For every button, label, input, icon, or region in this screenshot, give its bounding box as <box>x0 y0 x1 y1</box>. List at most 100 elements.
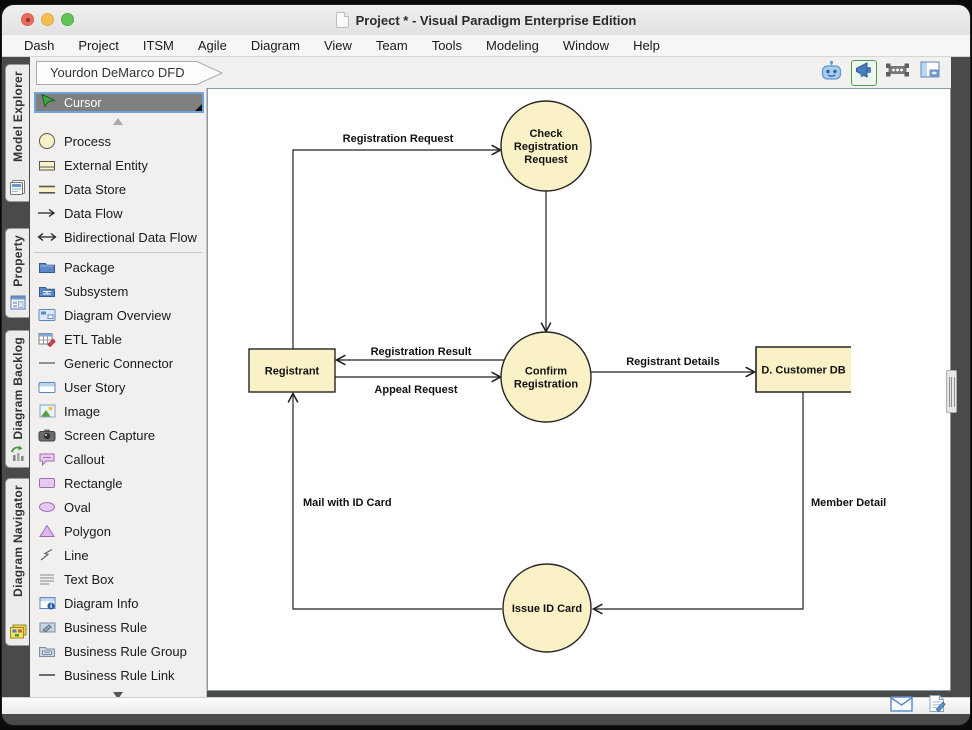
text-box-icon <box>37 573 57 585</box>
diagram-navigator-icon <box>8 622 28 642</box>
menu-diagram[interactable]: Diagram <box>251 38 300 53</box>
palette-item-text-box[interactable]: Text Box <box>30 567 206 591</box>
palette-item-label: Screen Capture <box>64 428 155 443</box>
data-flow-member-detail[interactable]: Member Detail <box>594 392 886 609</box>
diagram-canvas[interactable]: Registration Request Registration Result A… <box>207 88 951 691</box>
palette-item-diagram-info[interactable]: Diagram Info <box>30 591 206 615</box>
palette-item-bidirectional-data-flow[interactable]: Bidirectional Data Flow <box>30 225 206 249</box>
palette-item-label: Generic Connector <box>64 356 173 371</box>
cursor-icon <box>40 93 57 113</box>
palette-item-label: Callout <box>64 452 104 467</box>
toolbar-bot-button[interactable] <box>818 60 844 86</box>
menu-itsm[interactable]: ITSM <box>143 38 174 53</box>
palette-item-line[interactable]: Line <box>30 543 206 567</box>
palette-item-label: Bidirectional Data Flow <box>64 230 197 245</box>
palette-item-label: Rectangle <box>64 476 123 491</box>
dfd-svg: Registration Request Registration Result A… <box>208 89 950 690</box>
palette-item-subsystem[interactable]: Subsystem <box>30 279 206 303</box>
palette-item-label: Diagram Overview <box>64 308 171 323</box>
external-entity-registrant[interactable]: Registrant <box>249 349 335 392</box>
data-flow-registration-result[interactable]: Registration Result <box>337 346 504 360</box>
side-tab-label: Property <box>11 235 25 287</box>
fit-selection-icon <box>885 60 910 85</box>
breadcrumb-label: Yourdon DeMarco DFD <box>50 61 185 85</box>
status-bar <box>2 697 970 714</box>
menu-window[interactable]: Window <box>563 38 609 53</box>
palette-selected-cursor[interactable]: Cursor <box>34 92 204 113</box>
window-title: Project * - Visual Paradigm Enterprise E… <box>356 13 637 28</box>
toolbar-fit-selection-button[interactable] <box>884 60 910 86</box>
polygon-icon <box>37 524 57 538</box>
toolbar-panel-layout-button[interactable] <box>917 60 943 86</box>
bot-icon <box>819 59 844 87</box>
diagram-overview-icon <box>37 308 57 322</box>
menu-bar: Dash Project ITSM Agile Diagram View Team Tools… <box>2 35 970 57</box>
document-proxy-icon <box>336 12 349 28</box>
user-story-icon <box>37 381 57 394</box>
menu-agile[interactable]: Agile <box>198 38 227 53</box>
palette-item-data-store[interactable]: Data Store <box>30 177 206 201</box>
data-flow-icon <box>37 208 57 218</box>
flow-label: Registration Request <box>343 133 454 145</box>
screen-capture-icon <box>37 428 57 442</box>
palette-item-screen-capture[interactable]: Screen Capture <box>30 423 206 447</box>
status-mail-button[interactable] <box>890 696 913 717</box>
external-entity-icon <box>37 158 57 173</box>
generic-connector-icon <box>37 360 57 366</box>
palette-item-package[interactable]: Package <box>30 255 206 279</box>
screenshot-stage: Project * - Visual Paradigm Enterprise E… <box>0 0 972 730</box>
side-tab-model-explorer[interactable]: Model Explorer <box>5 64 29 202</box>
palette-item-oval[interactable]: Oval <box>30 495 206 519</box>
palette-item-label: Image <box>64 404 100 419</box>
menu-team[interactable]: Team <box>376 38 408 53</box>
palette-item-business-rule-link[interactable]: Business Rule Link <box>30 663 206 687</box>
menu-view[interactable]: View <box>324 38 352 53</box>
model-explorer-icon <box>8 178 28 198</box>
data-flow-registration-request[interactable]: Registration Request <box>293 133 500 349</box>
side-tab-diagram-navigator[interactable]: Diagram Navigator <box>5 478 29 646</box>
menu-help[interactable]: Help <box>633 38 660 53</box>
palette-item-etl-table[interactable]: ETL Table <box>30 327 206 351</box>
menu-tools[interactable]: Tools <box>432 38 462 53</box>
palette-scroll-up[interactable] <box>30 113 206 129</box>
diagram-backlog-icon <box>8 444 28 464</box>
toolbar-megaphone-button[interactable] <box>851 60 877 86</box>
palette-item-label: Text Box <box>64 572 114 587</box>
palette-item-process[interactable]: Process <box>30 129 206 153</box>
line-icon <box>37 548 57 562</box>
process-confirm-registration[interactable]: ConfirmRegistration <box>501 332 591 422</box>
panel-splitter-grip[interactable] <box>946 370 957 413</box>
palette-item-label: Oval <box>64 500 91 515</box>
side-tab-property[interactable]: Property <box>5 228 29 318</box>
process-check-registration-request[interactable]: CheckRegistrationRequest <box>501 101 591 191</box>
palette-item-image[interactable]: Image <box>30 399 206 423</box>
subsystem-icon <box>37 284 57 298</box>
palette-item-label: Business Rule Link <box>64 668 175 683</box>
palette-item-polygon[interactable]: Polygon <box>30 519 206 543</box>
palette-item-label: Data Flow <box>64 206 123 221</box>
palette-item-user-story[interactable]: User Story <box>30 375 206 399</box>
palette-item-generic-connector[interactable]: Generic Connector <box>30 351 206 375</box>
data-flow-registrant-details[interactable]: Registrant Details <box>591 356 754 372</box>
palette-item-business-rule-group[interactable]: Business Rule Group <box>30 639 206 663</box>
palette-item-external-entity[interactable]: External Entity <box>30 153 206 177</box>
palette-selected-label: Cursor <box>64 96 102 110</box>
menu-dash[interactable]: Dash <box>24 38 54 53</box>
menu-modeling[interactable]: Modeling <box>486 38 539 53</box>
data-store-customer-db[interactable]: D. Customer DB <box>756 347 851 392</box>
palette-item-diagram-overview[interactable]: Diagram Overview <box>30 303 206 327</box>
palette-scroll-down[interactable] <box>30 687 206 697</box>
process-icon <box>37 132 57 150</box>
menu-project[interactable]: Project <box>78 38 118 53</box>
data-flow-mail-with-id-card[interactable]: Mail with ID Card <box>293 394 502 609</box>
side-tab-diagram-backlog[interactable]: Diagram Backlog <box>5 330 29 468</box>
palette-item-data-flow[interactable]: Data Flow <box>30 201 206 225</box>
status-edit-note-button[interactable] <box>928 694 946 718</box>
title-bar: Project * - Visual Paradigm Enterprise E… <box>2 5 970 36</box>
breadcrumb[interactable]: Yourdon DeMarco DFD <box>36 61 224 85</box>
process-issue-id-card[interactable]: Issue ID Card <box>503 564 591 652</box>
palette-item-callout[interactable]: Callout <box>30 447 206 471</box>
data-flow-appeal-request[interactable]: Appeal Request <box>335 377 500 396</box>
palette-item-business-rule[interactable]: Business Rule <box>30 615 206 639</box>
palette-item-rectangle[interactable]: Rectangle <box>30 471 206 495</box>
